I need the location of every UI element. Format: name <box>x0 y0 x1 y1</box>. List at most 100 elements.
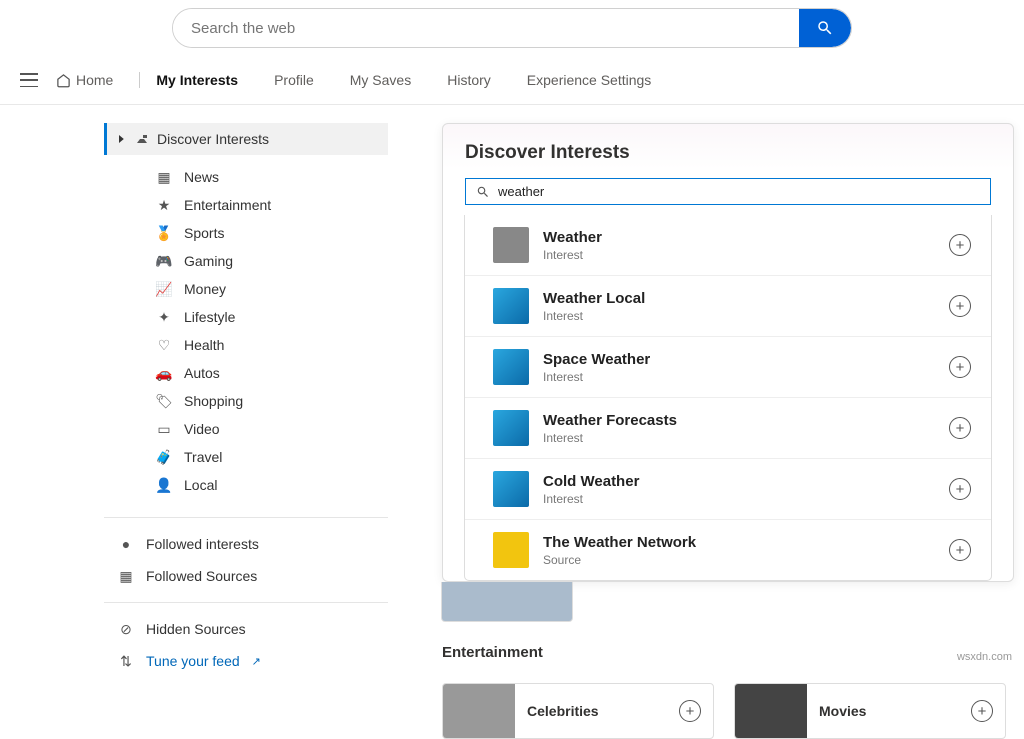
result-item[interactable]: Space Weather Interest + <box>465 336 991 397</box>
result-subtitle: Interest <box>543 370 935 384</box>
card-label: Celebrities <box>515 703 679 719</box>
add-button[interactable]: + <box>949 417 971 439</box>
add-button[interactable]: + <box>679 700 701 722</box>
sidebar-cat-travel[interactable]: 🧳Travel <box>104 443 388 471</box>
tune-icon: ⇅ <box>118 653 134 669</box>
result-thumb <box>493 349 529 385</box>
result-item[interactable]: Weather Local Interest + <box>465 275 991 336</box>
sidebar-separator <box>104 517 388 518</box>
sidebar-tune-feed[interactable]: ⇅Tune your feed↗ <box>104 645 388 677</box>
health-icon: ♡ <box>156 337 172 353</box>
main-panel: Discover Interests Weather Interest + Wea… <box>442 123 1014 739</box>
main-title: Discover Interests <box>465 142 991 164</box>
result-subtitle: Interest <box>543 248 935 262</box>
result-thumb <box>493 227 529 263</box>
result-thumb <box>493 532 529 568</box>
nav-separator <box>139 72 140 88</box>
result-title: Weather Local <box>543 290 935 307</box>
sidebar-cat-autos[interactable]: 🚗Autos <box>104 359 388 387</box>
result-subtitle: Interest <box>543 431 935 445</box>
sidebar-cat-local[interactable]: 👤Local <box>104 471 388 499</box>
hidden-icon: ⊘ <box>118 621 134 637</box>
section-title-entertainment: Entertainment <box>442 644 1014 661</box>
card-label: Movies <box>807 703 971 719</box>
card-thumb <box>735 683 807 739</box>
add-button[interactable]: + <box>949 295 971 317</box>
sidebar-cat-video[interactable]: ▭Video <box>104 415 388 443</box>
sidebar-followed-interests[interactable]: ●Followed interests <box>104 528 388 560</box>
money-icon: 📈 <box>156 281 172 297</box>
result-item[interactable]: Weather Interest + <box>465 215 991 275</box>
result-item[interactable]: Cold Weather Interest + <box>465 458 991 519</box>
nav-my-saves[interactable]: My Saves <box>348 68 413 92</box>
result-item[interactable]: The Weather Network Source + <box>465 519 991 580</box>
result-subtitle: Source <box>543 553 935 567</box>
add-button[interactable]: + <box>949 356 971 378</box>
nav-history[interactable]: History <box>445 68 493 92</box>
sidebar-cat-money[interactable]: 📈Money <box>104 275 388 303</box>
nav-home[interactable]: Home <box>54 68 115 92</box>
card-thumb <box>443 683 515 739</box>
interest-search-input[interactable] <box>498 184 980 199</box>
sidebar-cat-sports[interactable]: 🏅Sports <box>104 219 388 247</box>
result-subtitle: Interest <box>543 492 935 506</box>
search-icon <box>816 19 834 37</box>
result-title: Cold Weather <box>543 473 935 490</box>
sidebar-hidden-sources[interactable]: ⊘Hidden Sources <box>104 613 388 645</box>
sidebar-separator <box>104 602 388 603</box>
external-link-icon: ↗ <box>252 655 261 668</box>
sidebar-cat-shopping[interactable]: 🏷Shopping <box>104 387 388 415</box>
search-icon <box>476 185 490 199</box>
sidebar-cat-gaming[interactable]: 🎮Gaming <box>104 247 388 275</box>
global-search-box <box>172 8 852 48</box>
navbar: Home My Interests Profile My Saves Histo… <box>0 60 1024 105</box>
add-button[interactable]: + <box>949 234 971 256</box>
sidebar-followed-sources[interactable]: ▦Followed Sources <box>104 560 388 592</box>
lifestyle-icon: ✦ <box>156 309 172 325</box>
hamburger-icon[interactable] <box>20 73 38 87</box>
result-thumb <box>493 410 529 446</box>
global-search-button[interactable] <box>799 9 851 47</box>
sidebar-cat-health[interactable]: ♡Health <box>104 331 388 359</box>
result-thumb <box>493 288 529 324</box>
card-movies[interactable]: Movies + <box>734 683 1006 739</box>
card-peek <box>441 582 573 622</box>
sidebar-cat-lifestyle[interactable]: ✦Lifestyle <box>104 303 388 331</box>
add-button[interactable]: + <box>971 700 993 722</box>
shopping-icon: 🏷 <box>156 393 172 409</box>
star-icon: ★ <box>156 197 172 213</box>
news-icon: ▦ <box>156 169 172 185</box>
interest-search-box <box>465 178 991 205</box>
result-item[interactable]: Weather Forecasts Interest + <box>465 397 991 458</box>
nav-profile[interactable]: Profile <box>272 68 316 92</box>
sidebar-cat-news[interactable]: ▦News <box>104 163 388 191</box>
result-title: Weather Forecasts <box>543 412 935 429</box>
sports-icon: 🏅 <box>156 225 172 241</box>
caret-icon <box>119 135 127 143</box>
nav-my-interests[interactable]: My Interests <box>154 68 240 92</box>
sources-icon: ▦ <box>118 568 134 584</box>
sidebar-cat-entertainment[interactable]: ★Entertainment <box>104 191 388 219</box>
global-search-input[interactable] <box>173 9 799 47</box>
watermark: wsxdn.com <box>957 651 1012 663</box>
result-title: Space Weather <box>543 351 935 368</box>
result-thumb <box>493 471 529 507</box>
local-icon: 👤 <box>156 477 172 493</box>
interest-icon <box>135 133 149 145</box>
check-circle-icon: ● <box>118 536 134 552</box>
video-icon: ▭ <box>156 421 172 437</box>
sidebar-discover-interests[interactable]: Discover Interests <box>104 123 388 155</box>
gaming-icon: 🎮 <box>156 253 172 269</box>
result-subtitle: Interest <box>543 309 935 323</box>
sidebar: Discover Interests ▦News ★Entertainment … <box>104 123 388 739</box>
result-title: The Weather Network <box>543 534 935 551</box>
result-title: Weather <box>543 229 935 246</box>
add-button[interactable]: + <box>949 478 971 500</box>
search-results: Weather Interest + Weather Local Interest … <box>464 215 992 581</box>
card-celebrities[interactable]: Celebrities + <box>442 683 714 739</box>
travel-icon: 🧳 <box>156 449 172 465</box>
home-icon <box>56 73 71 88</box>
autos-icon: 🚗 <box>156 365 172 381</box>
add-button[interactable]: + <box>949 539 971 561</box>
nav-experience-settings[interactable]: Experience Settings <box>525 68 654 92</box>
